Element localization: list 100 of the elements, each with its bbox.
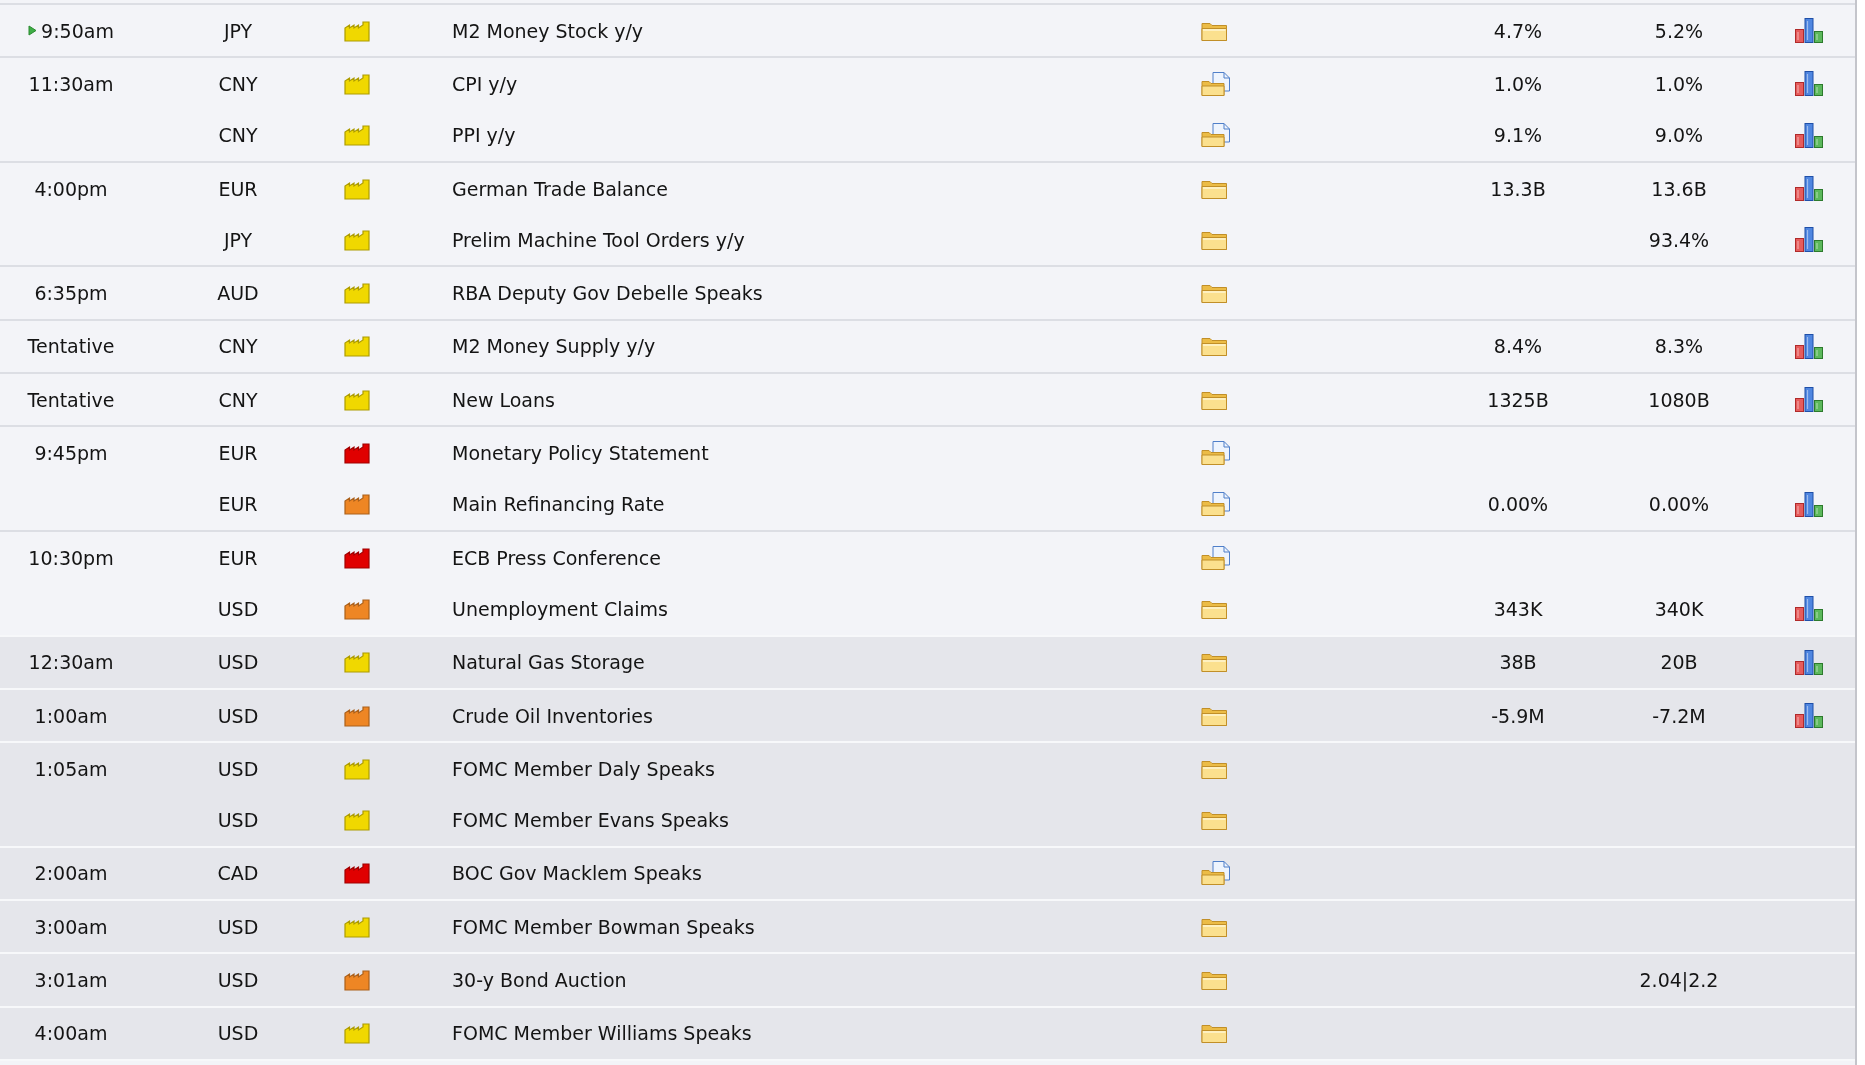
event-time: 1:00am bbox=[34, 704, 108, 727]
numeric-value: 1080B bbox=[1648, 388, 1710, 411]
event-time: 9:45pm bbox=[34, 442, 108, 464]
event-title: M2 Money Stock y/y bbox=[452, 19, 644, 42]
currency-code: CNY bbox=[218, 388, 258, 411]
event-title: FOMC Member Bowman Speaks bbox=[452, 915, 755, 938]
event-title: Main Refinancing Rate bbox=[452, 493, 665, 516]
event-title: FOMC Member Evans Speaks bbox=[452, 809, 729, 832]
event-title: German Trade Balance bbox=[452, 177, 668, 200]
event-title: Crude Oil Inventories bbox=[452, 704, 653, 727]
numeric-value: 8.4% bbox=[1493, 335, 1543, 358]
folder-with-page-icon[interactable] bbox=[1201, 70, 1231, 97]
event-time: 4:00am bbox=[34, 1022, 108, 1045]
event-time: 2:00am bbox=[34, 862, 108, 885]
event-time: 3:01am bbox=[34, 969, 108, 991]
currency-code: EUR bbox=[218, 177, 258, 200]
currency-code: USD bbox=[217, 969, 259, 991]
bar-chart-icon[interactable] bbox=[1793, 490, 1824, 518]
event-title: New Loans bbox=[452, 388, 555, 411]
folder-with-page-icon[interactable] bbox=[1201, 544, 1231, 571]
folder-icon[interactable] bbox=[1201, 1022, 1228, 1045]
bar-chart-icon[interactable] bbox=[1793, 175, 1824, 203]
folder-icon[interactable] bbox=[1201, 282, 1228, 305]
event-time: 12:30am bbox=[28, 651, 114, 674]
numeric-value: 340K bbox=[1654, 597, 1704, 620]
bar-chart-icon[interactable] bbox=[1793, 595, 1824, 623]
event-time: 9:50am bbox=[41, 19, 114, 42]
event-time: 3:00am bbox=[34, 915, 108, 938]
numeric-value: 20B bbox=[1660, 651, 1698, 674]
currency-code: CNY bbox=[218, 335, 258, 358]
numeric-value: 8.3% bbox=[1654, 335, 1704, 358]
currency-code: USD bbox=[217, 1022, 259, 1045]
numeric-value: 1.0% bbox=[1493, 72, 1543, 95]
bar-chart-icon[interactable] bbox=[1793, 226, 1824, 254]
bar-chart-icon[interactable] bbox=[1793, 121, 1824, 149]
currency-code: JPY bbox=[223, 19, 253, 42]
currency-code: CNY bbox=[218, 124, 258, 147]
event-time: 4:00pm bbox=[34, 177, 108, 200]
currency-code: CNY bbox=[218, 72, 258, 95]
currency-code: USD bbox=[217, 651, 259, 674]
event-time: 1:05am bbox=[34, 757, 108, 780]
event-time: 6:35pm bbox=[34, 282, 108, 305]
event-title: Unemployment Claims bbox=[452, 597, 668, 620]
event-title: 30-y Bond Auction bbox=[452, 969, 627, 991]
numeric-value: 9.0% bbox=[1654, 124, 1704, 147]
numeric-value: 2.04|2.2 bbox=[1639, 969, 1719, 991]
folder-icon[interactable] bbox=[1201, 651, 1228, 674]
currency-code: EUR bbox=[218, 493, 258, 516]
event-title: RBA Deputy Gov Debelle Speaks bbox=[452, 282, 763, 305]
event-time: Tentative bbox=[27, 335, 115, 358]
bar-chart-icon[interactable] bbox=[1793, 702, 1824, 729]
folder-icon[interactable] bbox=[1201, 809, 1228, 832]
event-title: FOMC Member Daly Speaks bbox=[452, 757, 715, 780]
numeric-value: 1325B bbox=[1487, 388, 1549, 411]
numeric-value: 0.00% bbox=[1487, 493, 1549, 516]
bar-chart-icon[interactable] bbox=[1793, 70, 1824, 98]
currency-code: JPY bbox=[223, 228, 253, 251]
numeric-value: 38B bbox=[1499, 651, 1537, 674]
event-title: Monetary Policy Statement bbox=[452, 442, 709, 464]
numeric-value: 0.00% bbox=[1648, 493, 1710, 516]
folder-with-page-icon[interactable] bbox=[1201, 122, 1231, 149]
event-time: Tentative bbox=[27, 388, 115, 411]
bar-chart-icon[interactable] bbox=[1793, 386, 1824, 414]
numeric-value: 5.2% bbox=[1654, 19, 1704, 42]
currency-code: EUR bbox=[218, 442, 258, 464]
event-title: BOC Gov Macklem Speaks bbox=[452, 862, 702, 885]
numeric-value: -5.9M bbox=[1491, 704, 1545, 727]
event-title: PPI y/y bbox=[452, 124, 516, 147]
currency-code: USD bbox=[217, 704, 259, 727]
currency-code: USD bbox=[217, 757, 259, 780]
folder-with-page-icon[interactable] bbox=[1201, 491, 1231, 518]
currency-code: USD bbox=[217, 809, 259, 832]
currency-code: USD bbox=[217, 597, 259, 620]
event-title: Natural Gas Storage bbox=[452, 651, 645, 674]
folder-icon[interactable] bbox=[1201, 335, 1228, 358]
numeric-value: 9.1% bbox=[1493, 124, 1543, 147]
currency-code: EUR bbox=[218, 546, 258, 569]
currency-code: USD bbox=[217, 915, 259, 938]
bar-chart-icon[interactable] bbox=[1793, 17, 1824, 45]
event-title: CPI y/y bbox=[452, 72, 518, 95]
currency-code: AUD bbox=[217, 282, 259, 305]
event-title: FOMC Member Williams Speaks bbox=[452, 1022, 752, 1045]
event-time: 10:30pm bbox=[28, 546, 114, 569]
numeric-value: 1.0% bbox=[1654, 72, 1704, 95]
folder-icon[interactable] bbox=[1201, 969, 1228, 991]
bar-chart-icon[interactable] bbox=[1793, 648, 1824, 676]
currency-code: CAD bbox=[217, 862, 259, 885]
folder-with-page-icon[interactable] bbox=[1201, 860, 1231, 887]
numeric-value: 13.3B bbox=[1490, 177, 1546, 200]
numeric-value: 13.6B bbox=[1651, 177, 1707, 200]
bar-chart-icon[interactable] bbox=[1793, 332, 1824, 360]
numeric-value: -7.2M bbox=[1652, 704, 1706, 727]
event-title: Prelim Machine Tool Orders y/y bbox=[452, 228, 745, 251]
numeric-value: 343K bbox=[1493, 597, 1543, 620]
event-title: M2 Money Supply y/y bbox=[452, 335, 656, 358]
folder-with-page-icon[interactable] bbox=[1201, 440, 1231, 466]
numeric-value: 4.7% bbox=[1493, 19, 1543, 42]
event-title: ECB Press Conference bbox=[452, 546, 661, 569]
numeric-value: 93.4% bbox=[1648, 228, 1710, 251]
event-time: 11:30am bbox=[28, 72, 114, 95]
